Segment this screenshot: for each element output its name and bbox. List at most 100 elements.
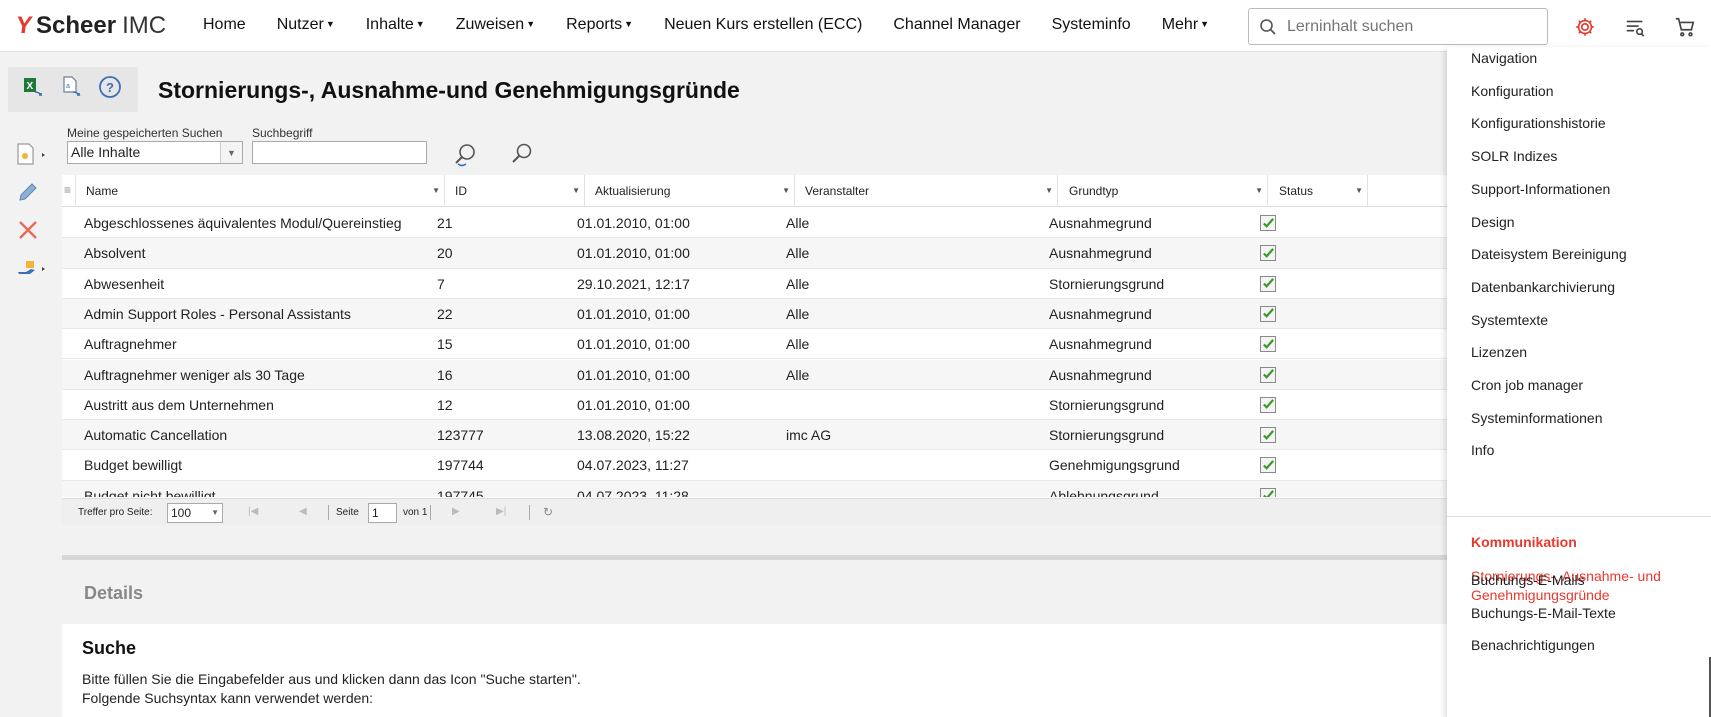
- column-menu-icon[interactable]: ≡: [62, 175, 76, 207]
- sort-arrow-icon[interactable]: ▼: [432, 186, 440, 195]
- cell-name: Abwesenheit: [84, 275, 165, 292]
- panel-splitter[interactable]: [62, 555, 1447, 560]
- sort-arrow-icon[interactable]: ▼: [1255, 186, 1263, 195]
- menu-section-kommunikation[interactable]: Kommunikation: [1471, 534, 1577, 550]
- cell-organizer: Alle: [786, 336, 810, 353]
- table-row[interactable]: Absolvent 20 01.01.2010, 01:00 Alle Ausnahme…: [62, 238, 1447, 269]
- task-list-icon[interactable]: [1622, 14, 1648, 40]
- cell-name: Absolvent: [84, 245, 146, 262]
- menu-item-active-line-2: Genehmigungsgründe: [1471, 587, 1610, 603]
- column-header-updated[interactable]: Aktualisierung ▼: [585, 175, 795, 207]
- menu-item[interactable]: Support-Informationen: [1471, 181, 1610, 197]
- column-name-label: Name: [86, 184, 119, 198]
- menu-item[interactable]: Buchungs-E-Mail-Texte: [1471, 605, 1616, 621]
- column-header-name[interactable]: Name ▼: [76, 175, 445, 207]
- help-icon[interactable]: ?: [98, 75, 122, 104]
- nav-item-7[interactable]: Systeminfo: [1052, 16, 1131, 34]
- content-search-input[interactable]: [1287, 17, 1537, 36]
- menu-item[interactable]: Buchungs-E-Mails: [1471, 572, 1585, 588]
- table-row[interactable]: Abwesenheit 7 29.10.2021, 12:17 Alle Stornie…: [62, 269, 1447, 299]
- chevron-down-icon[interactable]: ▼: [220, 142, 242, 163]
- page-number-input[interactable]: 1: [368, 503, 397, 523]
- next-page-icon[interactable]: ▶: [452, 506, 460, 517]
- menu-item[interactable]: Lizenzen: [1471, 344, 1527, 360]
- side-toolbar: [8, 135, 56, 287]
- shopping-cart-icon[interactable]: [1672, 14, 1698, 40]
- reset-search-icon[interactable]: [453, 142, 479, 173]
- menu-item[interactable]: Benachrichtigungen: [1471, 637, 1595, 653]
- table-row[interactable]: Auftragnehmer 15 01.01.2010, 01:00 Alle Ausn…: [62, 329, 1447, 360]
- nav-item-5[interactable]: Neuen Kurs erstellen (ECC): [664, 16, 862, 34]
- menu-item[interactable]: Cron job manager: [1471, 377, 1583, 393]
- logo-mark-icon: Y: [14, 12, 34, 39]
- sort-arrow-icon[interactable]: ▼: [1045, 186, 1053, 195]
- table-row[interactable]: Admin Support Roles - Personal Assistant…: [62, 298, 1447, 330]
- menu-item[interactable]: Konfiguration: [1471, 83, 1554, 99]
- cell-type: Ausnahmegrund: [1049, 215, 1152, 231]
- table-row[interactable]: Abgeschlossenes äquivalentes Modul/Quere…: [62, 208, 1447, 239]
- menu-item[interactable]: Konfigurationshistorie: [1471, 115, 1606, 131]
- column-header-organizer[interactable]: Veranstalter ▼: [795, 175, 1058, 207]
- nav-item-4[interactable]: Reports ▼: [566, 16, 633, 34]
- scheer-imc-logo[interactable]: Y Scheer IMC: [14, 12, 166, 40]
- menu-item[interactable]: Systeminformationen: [1471, 410, 1603, 426]
- last-page-icon[interactable]: ▶|: [496, 506, 506, 517]
- table-row[interactable]: Budget nicht bewilligt 197745 04.07.2023, …: [62, 480, 1447, 497]
- cell-name: Admin Support Roles - Personal Assistant…: [84, 305, 351, 322]
- menu-item[interactable]: Navigation: [1471, 50, 1537, 66]
- cell-id: 21: [437, 215, 453, 231]
- table-row[interactable]: Auftragnehmer weniger als 30 Tage 16 01.01…: [62, 359, 1447, 390]
- sort-arrow-icon[interactable]: ▼: [1355, 186, 1363, 195]
- cell-type: Stornierungsgrund: [1049, 396, 1165, 413]
- nav-item-label: Neuen Kurs erstellen (ECC): [664, 16, 863, 33]
- nav-item-3[interactable]: Zuweisen ▼: [456, 16, 535, 34]
- assign-hand-icon[interactable]: [8, 249, 56, 287]
- edit-pencil-icon[interactable]: [8, 173, 56, 211]
- details-panel: Details Suche Bitte füllen Sie die Einga…: [62, 570, 1447, 717]
- sort-arrow-icon[interactable]: ▼: [782, 186, 790, 195]
- column-id-label: ID: [455, 184, 467, 198]
- per-page-select[interactable]: 100 ▼: [167, 503, 223, 523]
- content-search-box[interactable]: [1248, 8, 1548, 45]
- nav-item-1[interactable]: Nutzer ▼: [277, 16, 335, 34]
- chevron-down-icon[interactable]: ▼: [211, 508, 219, 517]
- new-item-button[interactable]: [8, 135, 56, 173]
- start-search-icon[interactable]: [510, 142, 534, 171]
- menu-item[interactable]: Datenbankarchivierung: [1471, 279, 1615, 295]
- nav-item-8[interactable]: Mehr ▼: [1162, 16, 1209, 34]
- refresh-icon[interactable]: ↻: [543, 505, 553, 519]
- menu-item[interactable]: Design: [1471, 214, 1515, 230]
- pagination-bar: Treffer pro Seite: 100 ▼ |◀ ◀ Seite 1 von…: [62, 498, 1447, 525]
- saved-searches-select[interactable]: Alle Inhalte ▼: [67, 141, 243, 164]
- table-row[interactable]: Budget bewilligt 197744 04.07.2023, 11:27 G…: [62, 450, 1447, 481]
- table-row[interactable]: Automatic Cancellation 123777 13.08.2020, …: [62, 420, 1447, 451]
- menu-item[interactable]: Systemtexte: [1471, 312, 1548, 328]
- cell-updated: 01.01.2010, 01:00: [577, 305, 690, 322]
- nav-item-2[interactable]: Inhalte ▼: [366, 16, 425, 34]
- previous-page-icon[interactable]: ◀: [299, 506, 307, 517]
- nav-item-label: Zuweisen: [455, 16, 525, 33]
- excel-export-icon[interactable]: X: [22, 75, 46, 104]
- nav-item-label: Inhalte: [365, 16, 414, 33]
- cell-name: Budget nicht bewilligt: [84, 487, 216, 497]
- menu-item[interactable]: Dateisystem Bereinigung: [1471, 246, 1627, 262]
- column-header-status[interactable]: Status ▼: [1268, 175, 1368, 207]
- search-term-input[interactable]: [252, 141, 427, 164]
- column-header-id[interactable]: ID ▼: [445, 175, 585, 207]
- menu-item[interactable]: SOLR Indizes: [1471, 148, 1557, 164]
- nav-item-6[interactable]: Channel Manager: [893, 16, 1020, 34]
- table-row[interactable]: Austritt aus dem Unternehmen 12 01.01.2010…: [62, 390, 1447, 421]
- delete-x-icon[interactable]: [8, 211, 56, 249]
- checkmark-icon: [1262, 490, 1274, 497]
- cell-id: 22: [437, 305, 453, 322]
- column-header-type[interactable]: Grundtyp ▼: [1058, 175, 1268, 207]
- first-page-icon[interactable]: |◀: [248, 506, 258, 517]
- settings-gear-icon[interactable]: [1572, 14, 1598, 40]
- cell-updated: 04.07.2023, 11:27: [577, 457, 689, 474]
- sort-arrow-icon[interactable]: ▼: [572, 186, 580, 195]
- checkmark-icon: [1262, 460, 1274, 470]
- nav-item-0[interactable]: Home: [203, 16, 246, 34]
- menu-item[interactable]: Info: [1471, 442, 1494, 458]
- cell-id: 15: [437, 336, 453, 353]
- document-export-icon[interactable]: a: [60, 75, 84, 104]
